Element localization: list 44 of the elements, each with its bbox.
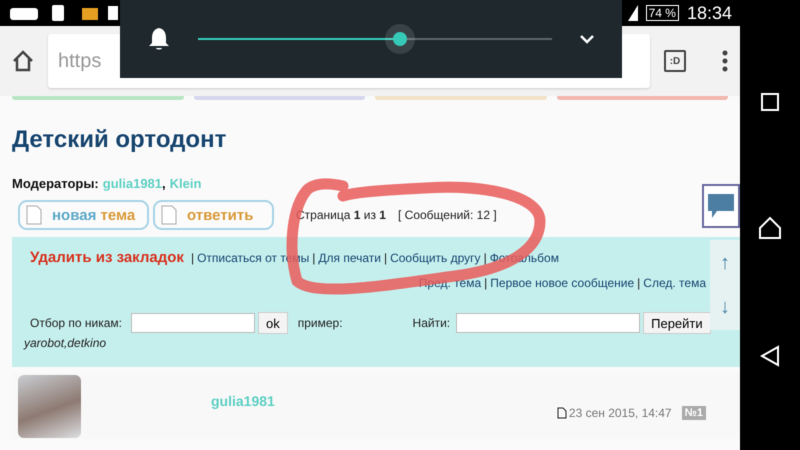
speech-bubble-icon (707, 193, 735, 219)
nick-filter-label: Отбор по никам: (30, 316, 122, 330)
signal-icon (628, 5, 638, 21)
menu-icon[interactable] (722, 50, 728, 72)
separator: | (484, 251, 487, 265)
separator: | (484, 276, 488, 290)
scroll-up-button[interactable]: ↑ (710, 240, 740, 286)
avatar-photo-placeholder (18, 374, 81, 438)
ok-button[interactable]: ok (258, 312, 288, 334)
document-icon (161, 205, 177, 225)
search-field[interactable] (456, 313, 640, 333)
scroll-down-button[interactable]: ↓ (710, 284, 740, 330)
post-number: №1 (682, 406, 706, 420)
bell-icon (148, 27, 170, 51)
chevron-down-icon[interactable] (580, 34, 594, 44)
topic-nav-link[interactable]: След. тема (643, 276, 706, 290)
example-nicks: yarobot,detkino (24, 336, 108, 350)
moderators-label: Модераторы: (12, 176, 99, 191)
tabs-button[interactable]: :D (664, 50, 686, 72)
post-date: 23 сен 2015, 14:47 (556, 406, 672, 420)
topic-nav-link[interactable]: Первое новое сообщение (490, 276, 634, 290)
document-icon (26, 205, 42, 225)
recents-icon[interactable] (761, 92, 779, 111)
go-button[interactable]: Перейти (643, 312, 711, 334)
nick-filter-field[interactable] (131, 313, 255, 333)
chat-button[interactable] (702, 184, 740, 228)
message-count: [ Сообщений: 12 ] (398, 208, 497, 222)
back-icon[interactable] (760, 345, 780, 368)
separator: | (637, 276, 640, 290)
separator: , (162, 176, 166, 191)
separator: | (384, 251, 388, 265)
clock-time: 18:34 (686, 2, 732, 24)
topic-link[interactable]: Сообщить другу (390, 251, 481, 265)
volume-slider-thumb[interactable] (384, 24, 415, 54)
separator: | (190, 251, 194, 265)
home-icon[interactable] (12, 50, 34, 72)
document-icon (556, 407, 567, 419)
battery-indicator: 74 % (646, 5, 679, 21)
example-label: пример: (298, 316, 343, 330)
forum-title: Детский ортодонт (11, 125, 228, 154)
separator: | (312, 251, 316, 265)
remove-bookmark-link[interactable]: Удалить из закладок (30, 249, 184, 266)
search-label: Найти: (412, 316, 450, 330)
topic-link[interactable]: Для печати (318, 251, 381, 265)
